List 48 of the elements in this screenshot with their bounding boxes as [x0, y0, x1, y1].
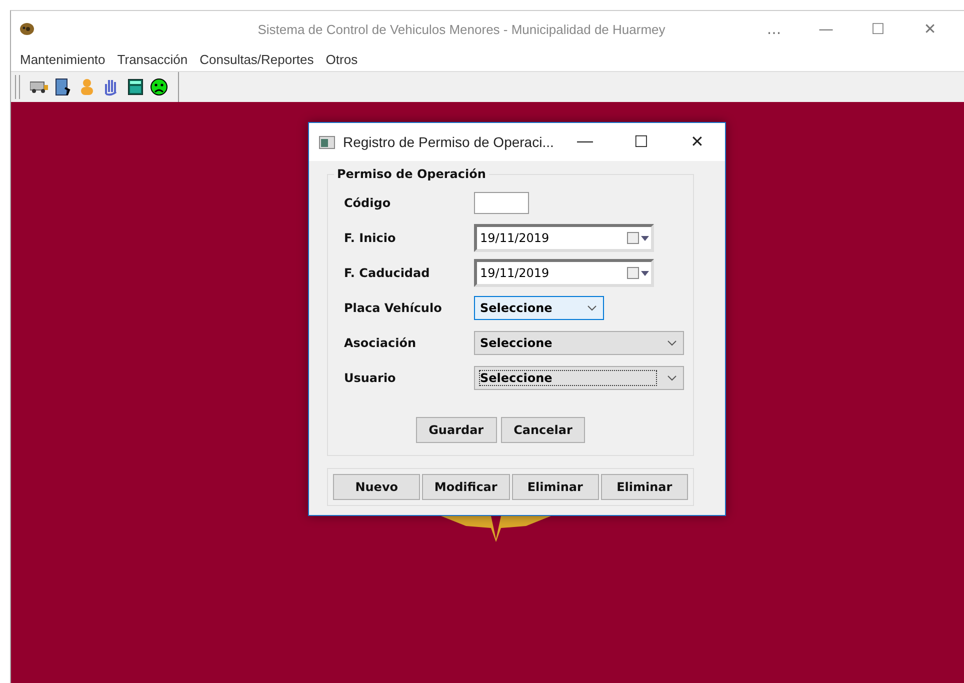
chevron-down-icon	[667, 374, 677, 380]
dialog-button[interactable]: Cancelar	[500, 417, 586, 443]
group-title: Permiso de Operación	[336, 167, 487, 181]
door-exit-icon	[55, 78, 71, 96]
toolbar-button[interactable]	[54, 78, 72, 96]
field-label: Usuario	[344, 370, 397, 384]
action-button[interactable]: Eliminar	[600, 474, 688, 500]
user-icon	[80, 78, 94, 96]
date-field[interactable]: 19/11/2019	[474, 258, 654, 286]
window-icon	[319, 136, 335, 148]
dropdown[interactable]: Seleccione	[474, 366, 684, 390]
hand-icon	[103, 78, 119, 96]
action-button[interactable]: Modificar	[422, 474, 510, 500]
field-label: Placa Vehículo	[344, 300, 443, 314]
menu-item[interactable]: Otros	[326, 52, 358, 66]
window-control[interactable]: ...	[748, 20, 800, 38]
toolbar-button[interactable]	[150, 78, 168, 96]
chevron-down-icon	[587, 304, 597, 310]
action-button[interactable]: Eliminar	[512, 474, 599, 500]
input-field[interactable]	[474, 192, 529, 214]
window-control[interactable]: ✕	[904, 20, 956, 38]
window-control[interactable]: ☐	[852, 20, 904, 38]
date-field[interactable]: 19/11/2019	[474, 224, 654, 252]
action-button[interactable]: Nuevo	[333, 474, 420, 500]
calendar-dropdown-icon	[627, 266, 651, 280]
calculator-icon	[128, 79, 142, 95]
calendar-dropdown-icon	[627, 230, 651, 244]
field-label: F. Inicio	[344, 230, 397, 244]
bear-logo-icon	[19, 21, 35, 37]
dialog-title: Registro de Permiso de Operaci...	[343, 134, 555, 150]
menu-item[interactable]: Transacción	[117, 52, 188, 66]
menu-item[interactable]: Mantenimiento	[20, 52, 106, 66]
window-title: Sistema de Control de Vehiculos Menores - Municipalidad de Huarmey	[256, 22, 666, 36]
field-label: Asociación	[344, 336, 418, 350]
dropdown[interactable]: Seleccione	[474, 296, 604, 320]
sad-face-icon	[150, 78, 168, 96]
toolbar-button[interactable]	[126, 78, 144, 96]
window-control[interactable]: —	[800, 20, 852, 38]
menu-item[interactable]: Consultas/Reportes	[200, 52, 314, 66]
window-control[interactable]: ☐	[613, 132, 669, 152]
dialog-button[interactable]: Guardar	[416, 417, 497, 443]
bus-icon	[30, 81, 48, 93]
window-control[interactable]: ✕	[669, 132, 725, 152]
window-control[interactable]: —	[557, 133, 613, 151]
chevron-down-icon	[667, 340, 677, 346]
field-label: F. Caducidad	[344, 266, 431, 280]
dropdown[interactable]: Seleccione	[474, 330, 684, 354]
field-label: Código	[344, 196, 392, 210]
